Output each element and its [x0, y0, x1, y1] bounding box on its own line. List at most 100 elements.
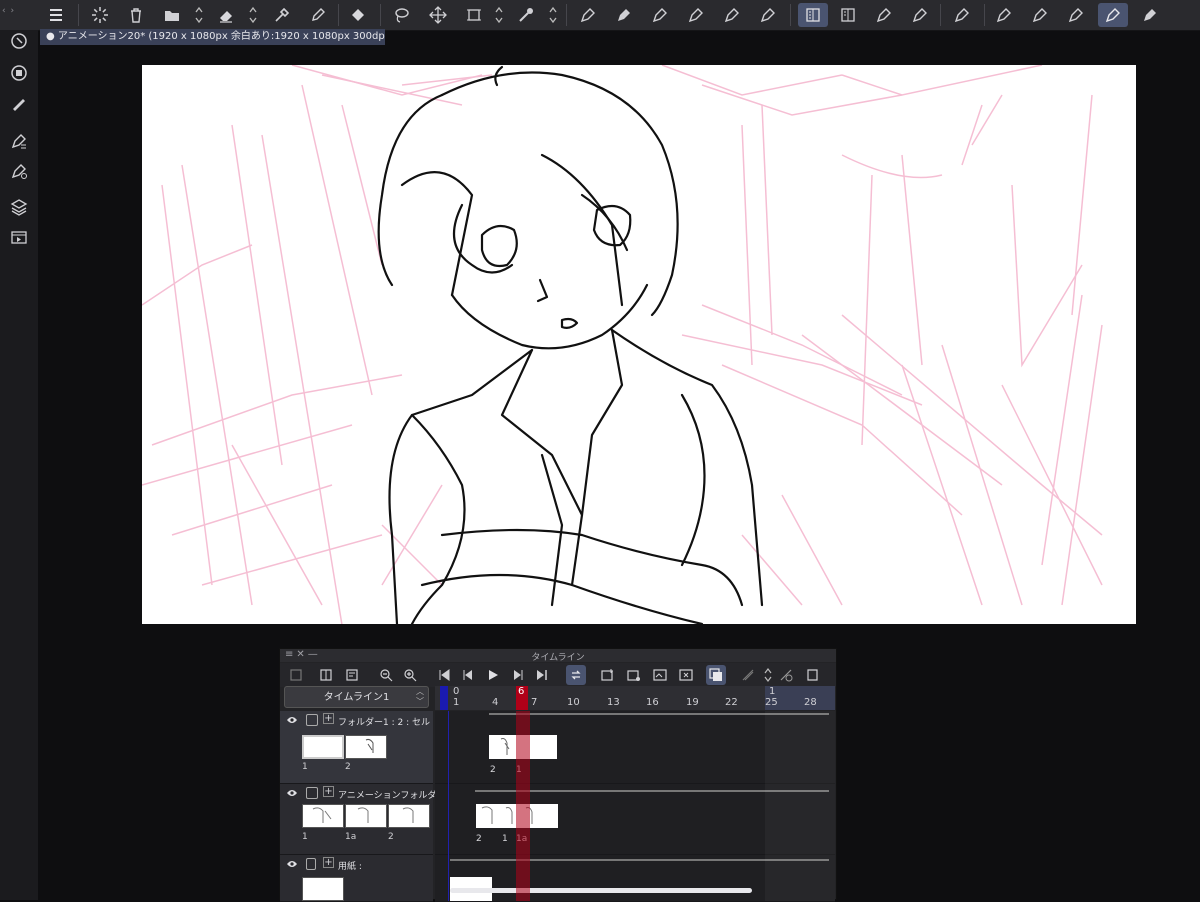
cel-specify-icon[interactable]	[650, 665, 670, 685]
loading-icon[interactable]	[88, 3, 112, 27]
sub-tool-icon[interactable]	[8, 62, 30, 84]
expand-icon[interactable]: +	[323, 857, 334, 868]
stepper-icon[interactable]	[494, 5, 504, 25]
paper-layer-icon	[306, 858, 316, 870]
paper-icon[interactable]	[802, 665, 822, 685]
zoom-out-icon[interactable]	[376, 665, 396, 685]
pen-icon[interactable]	[648, 3, 672, 27]
lasso-icon[interactable]	[390, 3, 414, 27]
onion-skin-icon[interactable]	[706, 665, 726, 685]
pen-icon[interactable]	[1138, 3, 1162, 27]
eye-icon[interactable]	[286, 715, 298, 725]
cel-thumbnail[interactable]	[345, 735, 387, 759]
document-tab[interactable]: ● アニメーション20* (1920 x 1080px 余白あり:1920 x …	[40, 29, 385, 45]
sketch-artwork	[142, 65, 1103, 624]
horizontal-scrollbar[interactable]	[450, 888, 752, 893]
play-icon[interactable]	[483, 665, 503, 685]
cel-frame-label: 1a	[516, 834, 528, 844]
window-arrows-icon[interactable]: ‹ ›	[2, 6, 15, 16]
pen-icon[interactable]	[684, 3, 708, 27]
expand-icon[interactable]: +	[323, 786, 334, 797]
folder-layer-icon	[306, 714, 318, 726]
new-animation-cel-icon[interactable]	[598, 665, 618, 685]
magic-wand-icon[interactable]	[514, 3, 538, 27]
toolbar-divider	[940, 4, 941, 26]
eye-icon[interactable]	[286, 788, 298, 798]
tool-property-icon[interactable]	[8, 130, 30, 152]
layers-icon[interactable]	[8, 196, 30, 218]
fill-icon[interactable]	[346, 3, 370, 27]
drawing-canvas[interactable]	[142, 65, 1136, 624]
edit-timeline-icon[interactable]	[342, 665, 362, 685]
pen-icon[interactable]	[1064, 3, 1088, 27]
stepper-icon[interactable]	[764, 667, 772, 683]
first-frame-icon[interactable]	[434, 665, 454, 685]
ruler-frame: 10	[567, 697, 580, 708]
eye-icon[interactable]	[286, 859, 298, 869]
layer-track[interactable]: 2 1	[435, 711, 835, 784]
tool-icon[interactable]	[8, 30, 30, 52]
track-bar	[489, 713, 829, 715]
stepper-icon[interactable]	[248, 5, 258, 25]
start-marker[interactable]	[440, 686, 448, 710]
cel-thumbnail[interactable]	[302, 735, 344, 759]
eyedropper-icon[interactable]	[270, 3, 294, 27]
expand-icon[interactable]: +	[323, 713, 334, 724]
cel-block[interactable]	[476, 804, 558, 828]
folder-icon[interactable]	[160, 3, 184, 27]
pen-icon[interactable]	[872, 3, 896, 27]
light-table-icon[interactable]	[738, 665, 758, 685]
pen-icon[interactable]	[576, 3, 600, 27]
pen-icon[interactable]	[950, 3, 974, 27]
transform-icon[interactable]	[462, 3, 486, 27]
brush-icon[interactable]	[8, 92, 30, 114]
layer-row-paper[interactable]: + 用紙 :	[280, 855, 433, 902]
new-timeline-icon[interactable]	[286, 665, 306, 685]
eraser-icon[interactable]	[214, 3, 238, 27]
paper-thumbnail[interactable]	[302, 877, 344, 901]
layer-track[interactable]	[435, 855, 835, 902]
loop-icon[interactable]	[566, 665, 586, 685]
cel-thumbnail[interactable]	[345, 804, 387, 828]
frame-ruler[interactable]: 0 6 1 1 4 7 10 13 16 19 22 25 28	[435, 686, 835, 710]
zoom-in-icon[interactable]	[400, 665, 420, 685]
light-table-settings-icon[interactable]	[776, 665, 796, 685]
cel-thumbnail[interactable]	[388, 804, 430, 828]
cel-thumbnail[interactable]	[302, 804, 344, 828]
move-icon[interactable]	[426, 3, 450, 27]
pen-icon[interactable]	[1028, 3, 1052, 27]
timeline-settings-icon[interactable]	[316, 665, 336, 685]
timeline-titlebar[interactable]: ≡✕— タイムライン	[280, 649, 836, 663]
trash-icon[interactable]	[124, 3, 148, 27]
pen-icon[interactable]	[1098, 3, 1128, 27]
pen-icon[interactable]	[992, 3, 1016, 27]
toolbar-divider	[790, 4, 791, 26]
animation-icon[interactable]	[8, 226, 30, 248]
ruler-frame: 13	[607, 697, 620, 708]
pencil-icon[interactable]	[306, 3, 330, 27]
pen-icon[interactable]	[756, 3, 780, 27]
last-frame-icon[interactable]	[532, 665, 552, 685]
ruler-frame: 16	[646, 697, 659, 708]
timeline-name-select[interactable]: タイムライン1 ︿ ﹀	[284, 686, 429, 708]
assign-cel-icon[interactable]	[624, 665, 644, 685]
ruler-frame: 4	[492, 697, 499, 708]
cel-block[interactable]	[489, 735, 557, 759]
layer-row-animation-folder[interactable]: + アニメーションフォルダー 1 1a 2	[280, 784, 445, 855]
layout-icon[interactable]	[798, 3, 828, 27]
layout-icon[interactable]	[836, 3, 860, 27]
brush-settings-icon[interactable]	[8, 160, 30, 182]
pen-icon[interactable]	[908, 3, 932, 27]
previous-frame-icon[interactable]	[458, 665, 478, 685]
delete-cel-icon[interactable]	[676, 665, 696, 685]
pen-icon[interactable]	[612, 3, 636, 27]
stepper-icon[interactable]	[548, 5, 558, 25]
toolbar-divider	[984, 4, 985, 26]
stepper-icon[interactable]	[194, 5, 204, 25]
next-frame-icon[interactable]	[508, 665, 528, 685]
layer-row-folder1[interactable]: + フォルダー1 : 2 : セル 1 2	[280, 711, 433, 784]
menu-icon[interactable]	[44, 3, 68, 27]
track-bar	[450, 859, 829, 861]
pen-icon[interactable]	[720, 3, 744, 27]
layer-track[interactable]: 2 1 1a	[435, 784, 835, 855]
